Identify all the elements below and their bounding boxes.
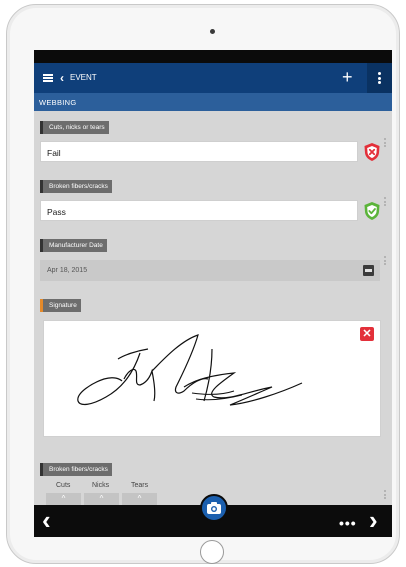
chevron-left-icon[interactable]: ‹ [42, 507, 51, 533]
drag-handle[interactable] [384, 197, 387, 208]
app-header: ‹ EVENT + [34, 63, 392, 93]
broken-fibers-value-field[interactable]: Pass [40, 200, 358, 221]
counter-label-nicks: Nicks [92, 482, 110, 489]
camera-icon [207, 502, 221, 514]
counter-label-cuts: Cuts [56, 482, 71, 489]
nicks-increment-button[interactable]: ^ [84, 493, 119, 505]
app-screen: ‹ EVENT + WEBBING Cuts, nicks or tears F… [34, 50, 392, 537]
manufacturer-date-value: Apr 18, 2015 [47, 267, 88, 274]
drag-handle[interactable] [384, 256, 387, 267]
drag-handle[interactable] [384, 138, 387, 149]
home-button[interactable] [200, 540, 224, 564]
calendar-icon[interactable] [363, 265, 374, 276]
overflow-menu-button[interactable] [367, 63, 392, 93]
shield-x-icon[interactable] [363, 142, 381, 162]
plus-icon[interactable]: + [342, 68, 353, 86]
tears-increment-button[interactable]: ^ [122, 493, 157, 505]
section-title: WEBBING [34, 93, 392, 111]
field-label-signature: Signature [40, 299, 81, 312]
signature-pad[interactable]: ✕ [43, 320, 381, 437]
hamburger-icon[interactable] [43, 74, 53, 82]
field-label-broken-fibers: Broken fibers/cracks [40, 180, 112, 193]
cuts-value-field[interactable]: Fail [40, 141, 358, 162]
camera-button[interactable] [200, 494, 228, 522]
field-label-broken-fibers-counters: Broken fibers/cracks [40, 463, 112, 476]
chevron-right-icon[interactable]: › [369, 507, 378, 533]
field-label-manufacturer-date: Manufacturer Date [40, 239, 107, 252]
front-camera [210, 29, 215, 34]
signature-drawing [77, 334, 303, 406]
status-bar [34, 50, 392, 63]
drag-handle[interactable] [384, 490, 387, 501]
field-label-cuts: Cuts, nicks or tears [40, 121, 109, 134]
kebab-icon [378, 72, 381, 86]
chevron-left-icon[interactable]: ‹ [60, 71, 64, 85]
cuts-increment-button[interactable]: ^ [46, 493, 81, 505]
page-title: EVENT [70, 73, 97, 82]
tablet-frame: ‹ EVENT + WEBBING Cuts, nicks or tears F… [6, 4, 400, 564]
bottom-toolbar: ‹ ••• › [34, 494, 392, 537]
counter-label-tears: Tears [131, 482, 149, 489]
manufacturer-date-field[interactable]: Apr 18, 2015 [40, 260, 380, 281]
more-horizontal-icon[interactable]: ••• [339, 516, 357, 530]
shield-check-icon[interactable] [363, 201, 381, 221]
